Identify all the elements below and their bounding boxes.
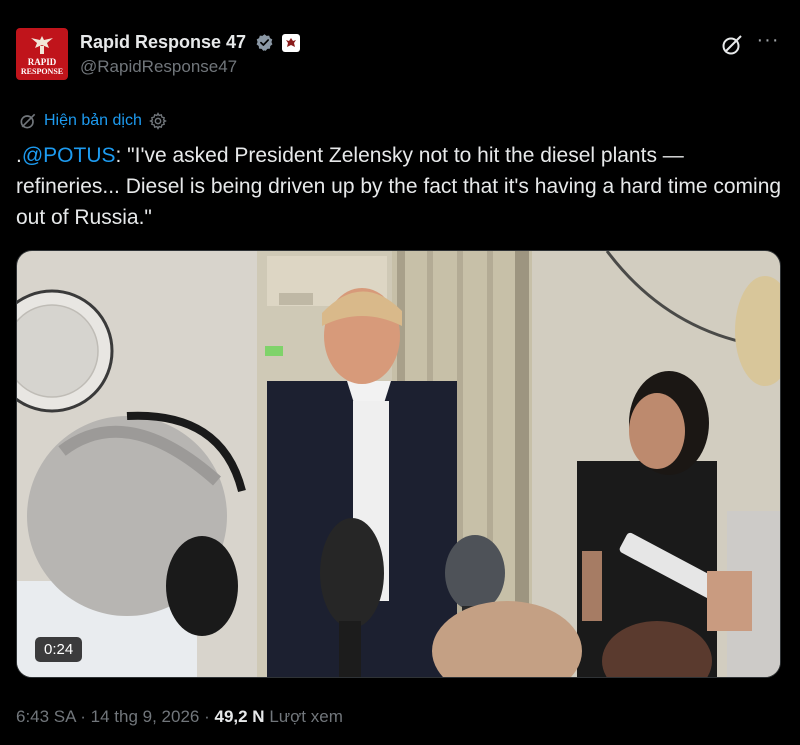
author-handle[interactable]: @RapidResponse47 (80, 57, 300, 77)
verified-badge-icon[interactable] (255, 33, 274, 52)
translate-link[interactable]: Hiện bản dịch (18, 110, 168, 132)
video-duration-badge: 0:24 (35, 637, 83, 662)
meta-separator: · (199, 707, 215, 726)
tweet-time[interactable]: 6:43 SA (16, 707, 76, 726)
translate-icon (20, 113, 36, 129)
affiliate-badge-icon[interactable] (281, 33, 300, 52)
avatar[interactable]: RAPID RESPONSE (16, 28, 68, 80)
avatar-text-line1: RAPID (27, 57, 57, 67)
author-info: Rapid Response 47 @RapidResponse47 (80, 32, 300, 77)
affiliate-seal-icon (283, 35, 298, 50)
avatar-text-line2: RESPONSE (20, 67, 64, 76)
eagle-logo-icon (31, 36, 53, 54)
translate-label[interactable]: Hiện bản dịch (44, 112, 142, 130)
views-count: 49,2 N (214, 707, 265, 726)
video-frame (17, 251, 780, 677)
mention-link[interactable]: @POTUS (22, 144, 116, 167)
more-icon[interactable]: ··· (756, 30, 780, 56)
tweet-text: .@POTUS: "I've asked President Zelensky … (16, 140, 786, 233)
tweet-date[interactable]: 14 thg 9, 2026 (91, 707, 200, 726)
grok-icon[interactable] (720, 33, 744, 57)
views-label: Lượt xem (264, 707, 343, 726)
tweet-meta: 6:43 SA · 14 thg 9, 2026 · 49,2 N Lượt x… (16, 707, 343, 727)
video-player[interactable]: 0:24 (16, 250, 781, 678)
tweet-header: RAPID RESPONSE Rapid Response 47 @RapidR… (16, 28, 784, 84)
gear-icon[interactable] (148, 111, 168, 131)
meta-separator: · (75, 707, 91, 726)
author-display-name[interactable]: Rapid Response 47 (80, 32, 246, 53)
tweet-body: : "I've asked President Zelensky not to … (16, 144, 782, 229)
